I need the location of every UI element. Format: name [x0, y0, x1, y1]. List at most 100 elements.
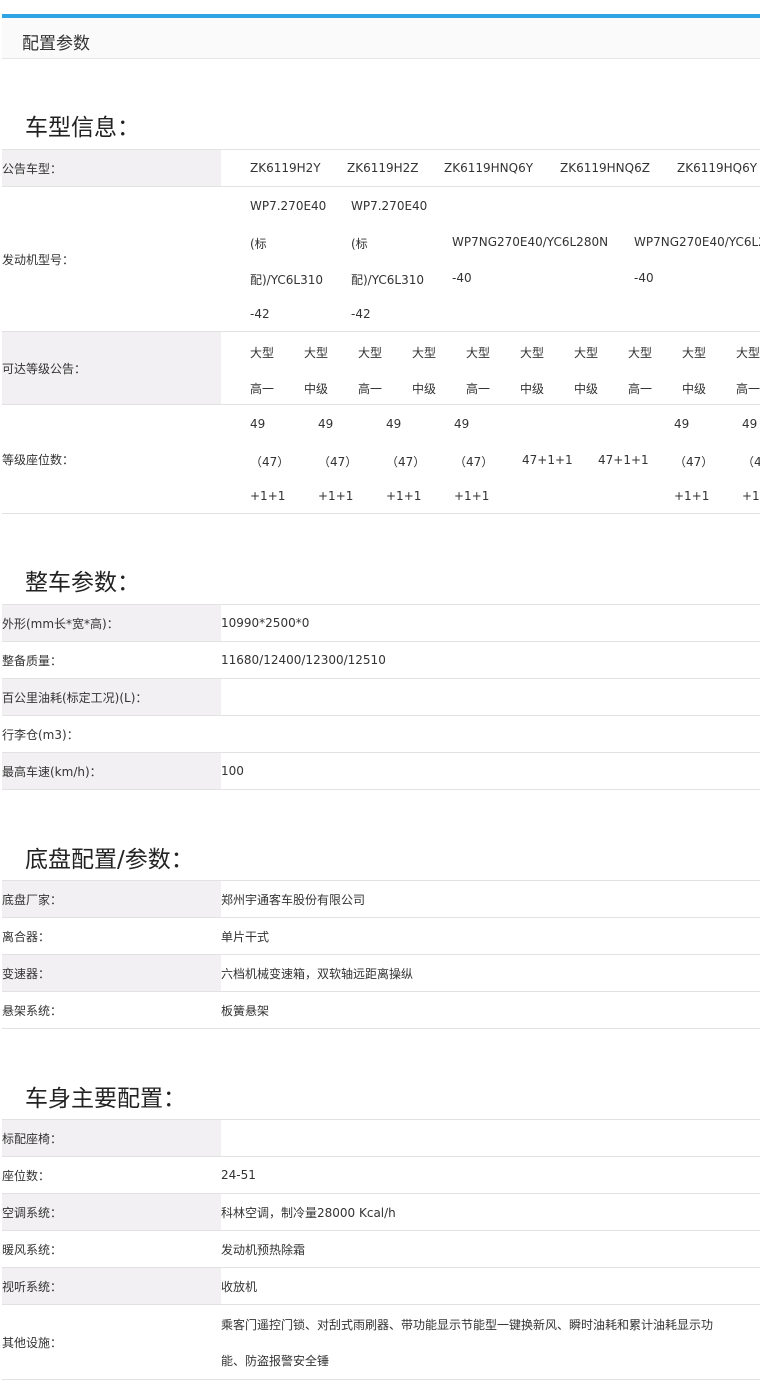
- row-value: 板簧悬架: [221, 991, 760, 1029]
- seat-line: 49: [454, 417, 470, 431]
- table-row: 座位数： 24-51: [2, 1156, 760, 1194]
- row-label: 空调系统：: [2, 1193, 221, 1231]
- row-label: 变速器：: [2, 954, 221, 992]
- row-label: 最高车速(km/h)：: [2, 752, 221, 790]
- seat-line: 49: [318, 417, 334, 431]
- row-label: 等级座位数：: [2, 404, 221, 514]
- row-label: 离合器：: [2, 917, 221, 955]
- notice-model-value: ZK6119H2Y: [250, 161, 321, 175]
- table-row: 暖风系统： 发动机预热除霜: [2, 1230, 760, 1268]
- section-title-vehicle-info: 车型信息：: [25, 115, 140, 141]
- seat-line: 49: [386, 417, 402, 431]
- row-label: 整备质量：: [2, 641, 221, 679]
- body-config-table: 标配座椅： 座位数： 24-51 空调系统： 科林空调，制冷量28000 Kca…: [2, 1119, 760, 1380]
- engine-model-line: -40: [452, 271, 472, 285]
- row-value: 10990*2500*0: [221, 604, 760, 642]
- row-label: 公告车型：: [2, 149, 221, 187]
- row-value: 11680/12400/12300/12510: [221, 641, 760, 679]
- table-row: 悬架系统： 板簧悬架: [2, 991, 760, 1029]
- engine-model-line: 配)/YC6L310: [351, 273, 425, 287]
- row-label: 发动机型号：: [2, 186, 221, 332]
- engine-model-line: -42: [351, 307, 371, 321]
- table-row: 等级座位数： 49 （47） +1+1 49 （47） +1+1 49 （47）…: [2, 404, 760, 514]
- table-row: 底盘厂家： 郑州宇通客车股份有限公司: [2, 880, 760, 918]
- engine-model-line: WP7.270E40: [250, 199, 327, 213]
- table-row: 空调系统： 科林空调，制冷量28000 Kcal/h: [2, 1193, 760, 1231]
- section-title-vehicle-params: 整车参数：: [25, 570, 140, 596]
- seat-line: +1+1: [250, 489, 286, 503]
- engine-model-line: (标: [250, 237, 267, 251]
- seat-values: 49 （47） +1+1 49 （47） +1+1 49 （47） +1+1 4…: [221, 405, 760, 513]
- grade-line: 大型: [358, 346, 383, 360]
- table-row: 最高车速(km/h)： 100: [2, 752, 760, 790]
- grade-line: 大型: [304, 346, 329, 360]
- row-value: [221, 1119, 760, 1157]
- seat-line: 49: [742, 417, 758, 431]
- engine-model-line: WP7NG270E40/YC6L280N: [452, 235, 609, 249]
- engine-model-line: WP7.270E40: [351, 199, 428, 213]
- table-row: 离合器： 单片干式: [2, 917, 760, 955]
- table-row: 百公里油耗(标定工况)(L)：: [2, 678, 760, 716]
- vehicle-params-table: 外形(mm长*宽*高)： 10990*2500*0 整备质量： 11680/12…: [2, 604, 760, 790]
- table-row: 行李仓(m3)：: [2, 715, 760, 753]
- grade-line: 高一: [250, 382, 275, 396]
- row-label: 座位数：: [2, 1156, 221, 1194]
- seat-line: +1: [742, 489, 760, 503]
- row-value: 科林空调，制冷量28000 Kcal/h: [221, 1193, 760, 1231]
- row-value: [221, 678, 760, 716]
- seat-line: （47）: [674, 455, 714, 469]
- row-label: 百公里油耗(标定工况)(L)：: [2, 678, 221, 716]
- row-label: 悬架系统：: [2, 991, 221, 1029]
- panel-header: 配置参数: [2, 18, 760, 59]
- row-value: 乘客门遥控门锁、对刮式雨刷器、带功能显示节能型一键换新风、瞬时油耗和累计油耗显示…: [221, 1318, 714, 1368]
- seat-line: （47）: [318, 455, 358, 469]
- row-label: 其他设施：: [2, 1304, 221, 1380]
- engine-model-line: 配)/YC6L310: [250, 273, 324, 287]
- seat-line: +1+1: [674, 489, 710, 503]
- seat-line: （47）: [454, 455, 494, 469]
- panel-title: 配置参数: [22, 34, 90, 54]
- row-value: [221, 715, 760, 753]
- notice-model-values: ZK6119H2Y ZK6119H2Z ZK6119HNQ6Y ZK6119HN…: [221, 150, 760, 186]
- section-title-chassis: 底盘配置/参数：: [25, 847, 194, 873]
- grade-line: 中级: [412, 382, 437, 396]
- grade-values: 大型 高一 大型 中级 大型 高一 大型 中级 大型 高一 大型 中级 大型 中…: [221, 332, 760, 404]
- seat-line: 49: [674, 417, 690, 431]
- grade-line: 高一: [628, 382, 653, 396]
- grade-line: 大型: [412, 346, 437, 360]
- engine-model-values: WP7.270E40 (标 配)/YC6L310 -42 WP7.270E40 …: [221, 187, 760, 331]
- row-value: 收放机: [221, 1267, 760, 1305]
- grade-line: 大型: [682, 346, 707, 360]
- row-value: 发动机预热除霜: [221, 1230, 760, 1268]
- seat-line: +1+1: [386, 489, 422, 503]
- table-row: 公告车型： ZK6119H2Y ZK6119H2Z ZK6119HNQ6Y ZK…: [2, 149, 760, 187]
- seat-line: 47+1+1: [522, 453, 573, 467]
- seat-line: （47）: [250, 455, 290, 469]
- table-row: 标配座椅：: [2, 1119, 760, 1157]
- seat-line: 49: [250, 417, 266, 431]
- row-value: 24-51: [221, 1156, 760, 1194]
- grade-line: 高一: [358, 382, 383, 396]
- seat-line: （4: [742, 455, 760, 469]
- engine-model-line: (标: [351, 237, 368, 251]
- grade-line: 中级: [520, 382, 545, 396]
- row-label: 行李仓(m3)：: [2, 715, 221, 753]
- row-value: 100: [221, 752, 760, 790]
- chassis-table: 底盘厂家： 郑州宇通客车股份有限公司 离合器： 单片干式 变速器： 六档机械变速…: [2, 880, 760, 1029]
- row-value: 六档机械变速箱，双软轴远距离操纵: [221, 954, 760, 992]
- notice-model-value: ZK6119HNQ6Y: [444, 161, 534, 175]
- table-row: 可达等级公告： 大型 高一 大型 中级 大型 高一 大型 中级 大型 高一 大型…: [2, 331, 760, 405]
- grade-line: 大型: [628, 346, 653, 360]
- table-row: 发动机型号： WP7.270E40 (标 配)/YC6L310 -42 WP7.…: [2, 186, 760, 332]
- grade-line: 大型: [250, 346, 275, 360]
- seat-line: +1+1: [318, 489, 354, 503]
- grade-line: 大型: [466, 346, 491, 360]
- notice-model-value: ZK6119HNQ6Z: [560, 161, 650, 175]
- row-label: 可达等级公告：: [2, 331, 221, 405]
- notice-model-value: ZK6119H2Z: [347, 161, 419, 175]
- grade-line: 高一: [736, 382, 760, 396]
- grade-line: 大型: [520, 346, 545, 360]
- table-row: 外形(mm长*宽*高)： 10990*2500*0: [2, 604, 760, 642]
- engine-model-line: WP7NG270E40/YC6L2: [634, 235, 760, 249]
- grade-line: 中级: [574, 382, 599, 396]
